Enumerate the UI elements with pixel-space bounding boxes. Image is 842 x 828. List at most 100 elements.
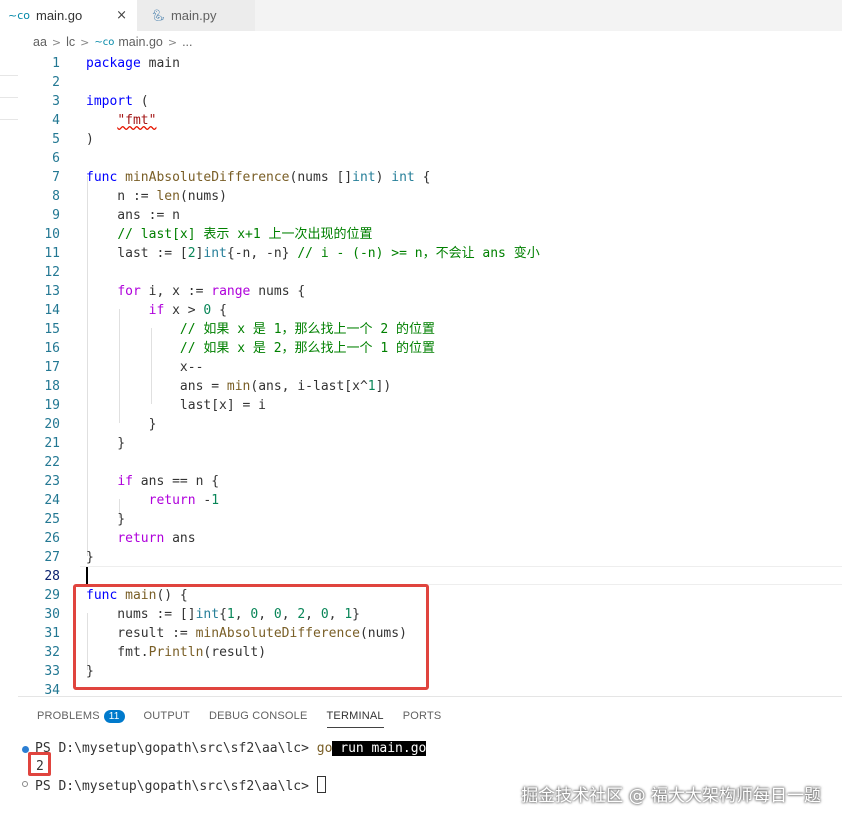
code-line: 22 [18,453,842,472]
line-number: 10 [44,227,60,242]
code-line: 1 package main [18,54,842,73]
line-number: 21 [44,436,60,451]
line-code: ) [86,132,94,147]
line-number: 6 [52,151,60,166]
line-number: 27 [44,550,60,565]
code-line: 12 [18,263,842,282]
code-line: 13 for i, x := range nums { [18,282,842,301]
line-number: 29 [44,588,60,603]
close-icon[interactable]: × [116,8,127,23]
line-number: 34 [44,683,60,696]
code-line: 23 if ans == n { [18,472,842,491]
line-number: 2 [52,75,60,90]
line-code: // 如果 x 是 2，那么找上一个 1 的位置 [179,341,436,356]
code-line: 4 "fmt" [18,111,842,130]
line-number: 5 [52,132,60,147]
line-number: 11 [44,246,60,261]
code-line: 2 [18,73,842,92]
tab-debug-console[interactable]: DEBUG CONSOLE [209,705,308,727]
line-number: 8 [52,189,60,204]
code-line: 10 // last[x] 表示 x+1 上一次出现的位置 [18,225,842,244]
line-code: return ans [117,531,196,546]
line-number: 7 [52,170,60,185]
line-number: 17 [44,360,60,375]
tab-main-py[interactable]: 🐍︎ main.py [137,0,255,31]
bottom-panel: PROBLEMS 11 OUTPUT DEBUG CONSOLE TERMINA… [18,696,842,828]
line-number: 16 [44,341,60,356]
breadcrumb-item[interactable]: aa [33,35,47,49]
divider [0,97,18,98]
go-icon: ~co [94,36,115,48]
line-number: 30 [44,607,60,622]
code-line: 16 // 如果 x 是 2，那么找上一个 1 的位置 [18,339,842,358]
line-number: 25 [44,512,60,527]
line-code: if ans == n { [117,474,220,489]
code-editor[interactable]: 1 package main 2 3 import ( 4 "fmt" 5) 6 7… [18,53,842,696]
tab-main-go[interactable]: ~co main.go × [0,0,137,31]
line-code: "fmt" [117,113,157,128]
terminal-line[interactable]: PS D:\mysetup\gopath\src\sf2\aa\lc> go r… [35,740,427,758]
code-line: 21 } [18,434,842,453]
code-line: 8 n := len(nums) [18,187,842,206]
line-number: 15 [44,322,60,337]
code-line: 15 // 如果 x 是 1，那么找上一个 2 的位置 [18,320,842,339]
line-code: } [86,550,94,565]
code-line: 17 x-- [18,358,842,377]
tab-label: TERMINAL [326,710,384,722]
chevron-right-icon: > [80,35,90,49]
code-line: 26 return ans [18,529,842,548]
code-line: 19 last[x] = i [18,396,842,415]
line-number: 20 [44,417,60,432]
tab-terminal[interactable]: TERMINAL [326,705,384,728]
tab-label: OUTPUT [143,710,190,722]
command-status-dot-empty [22,781,28,787]
watermark: 掘金技术社区 @ 福大大架构师每日一题 [521,786,821,806]
line-code: func minAbsoluteDifference(nums []int) i… [86,170,431,185]
tab-ports[interactable]: PORTS [403,705,442,727]
breadcrumb-item[interactable]: ... [182,35,192,49]
line-code: last := [2]int{-n, -n} // i - (-n) >= n，… [86,246,540,261]
line-code: } [86,417,157,432]
tab-label: main.go [36,8,83,23]
code-line: 3 import ( [18,92,842,111]
text-cursor [86,567,88,584]
line-code: x-- [86,360,204,375]
line-code: if x > 0 { [148,303,227,318]
highlight-box-main-func [73,584,429,690]
line-number: 13 [44,284,60,299]
line-number: 4 [52,113,60,128]
breadcrumb-item[interactable]: main.go [118,35,162,49]
terminal-line[interactable]: PS D:\mysetup\gopath\src\sf2\aa\lc> [35,776,326,796]
line-code: } [86,436,126,451]
terminal-cursor [316,776,326,793]
code-line: 24 return -1 [18,491,842,510]
line-number: 24 [44,493,60,508]
line-code: } [86,512,126,527]
line-code: // 如果 x 是 1，那么找上一个 2 的位置 [179,322,436,337]
left-gutter [0,53,18,698]
code-line: 11 last := [2]int{-n, -n} // i - (-n) >=… [18,244,842,263]
code-line: 20 } [18,415,842,434]
problems-count-badge: 11 [103,709,125,723]
line-code: // last[x] 表示 x+1 上一次出现的位置 [117,227,373,242]
terminal-prompt: PS D:\mysetup\gopath\src\sf2\aa\lc> [35,779,317,794]
tab-output[interactable]: OUTPUT [144,705,190,727]
line-number: 32 [44,645,60,660]
tab-label: PROBLEMS [37,710,100,722]
editor-tab-bar: ~co main.go × 🐍︎ main.py [0,0,842,31]
breadcrumb-item[interactable]: lc [66,35,75,49]
divider [0,75,18,76]
code-line: 7 func minAbsoluteDifference(nums []int) … [18,168,842,187]
line-number: 26 [44,531,60,546]
line-number: 18 [44,379,60,394]
line-code: last[x] = i [86,398,267,413]
line-code: for i, x := range nums { [117,284,306,299]
line-number: 14 [44,303,60,318]
chevron-right-icon: > [167,35,178,49]
divider [0,119,18,120]
tab-problems[interactable]: PROBLEMS 11 [37,705,125,727]
code-line: 14 if x > 0 { [18,301,842,320]
line-code: import ( [86,94,149,109]
breadcrumb: aa > lc > ~co main.go > ... [0,31,842,53]
line-code: ans := n [86,208,180,223]
